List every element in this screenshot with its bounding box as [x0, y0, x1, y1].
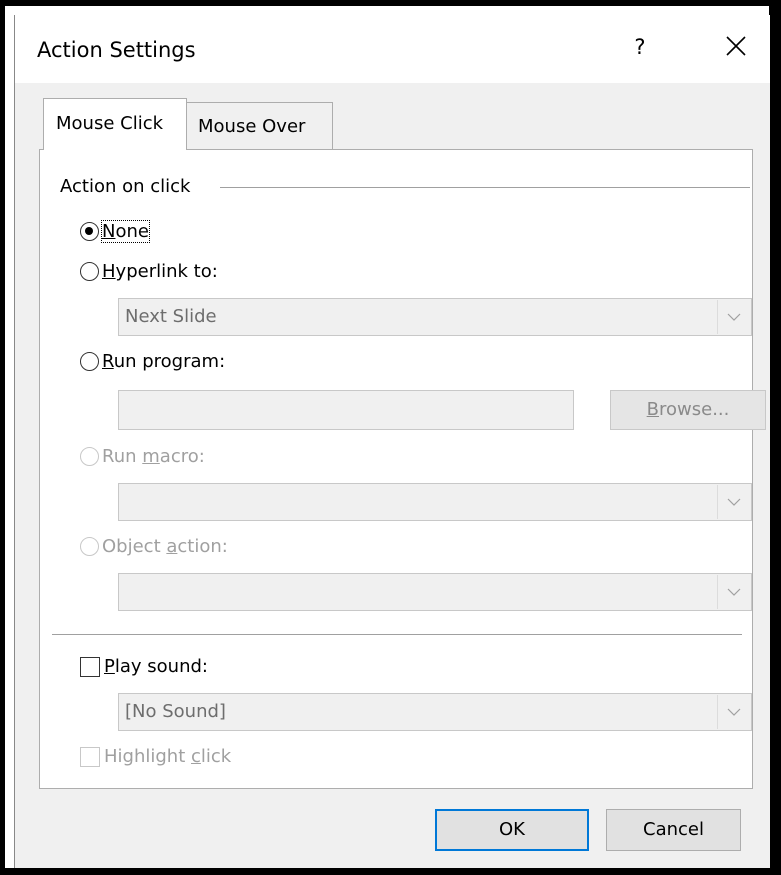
chevron-down-icon[interactable] — [717, 695, 750, 729]
checkbox[interactable] — [80, 656, 100, 677]
screen-border-bottom — [0, 868, 781, 875]
screen-border-left — [0, 0, 5, 875]
hyperlink-dropdown-value: Next Slide — [125, 306, 217, 327]
macro-dropdown[interactable] — [118, 483, 752, 521]
screen-border-right — [769, 0, 781, 875]
chevron-down-icon[interactable] — [717, 485, 750, 519]
radio-button[interactable] — [80, 222, 99, 241]
title-bar: Action Settings ? — [15, 15, 770, 83]
radio-object-action[interactable]: Object action: — [80, 536, 228, 557]
checkbox[interactable] — [80, 746, 100, 767]
program-input[interactable] — [118, 390, 574, 430]
radio-button[interactable] — [80, 352, 99, 371]
play-sound-checkbox[interactable]: Play sound: — [80, 656, 208, 677]
cancel-button[interactable]: Cancel — [606, 809, 741, 851]
radio-hyperlink-label: Hyperlink to: — [102, 261, 218, 282]
radio-run-macro[interactable]: Run macro: — [80, 446, 205, 467]
chevron-down-icon[interactable] — [717, 575, 750, 609]
radio-button[interactable] — [80, 447, 99, 466]
radio-run-program-label: Run program: — [102, 351, 226, 372]
object-action-dropdown[interactable] — [118, 573, 752, 611]
radio-button[interactable] — [80, 262, 99, 281]
chevron-down-icon[interactable] — [717, 300, 750, 334]
highlight-click-label: Highlight click — [104, 746, 232, 767]
action-settings-dialog: Action Settings ? Mouse Click Mouse Over… — [14, 15, 770, 868]
section-divider — [52, 634, 742, 635]
radio-object-action-label: Object action: — [102, 536, 228, 557]
radio-none[interactable]: None — [80, 220, 150, 243]
hyperlink-dropdown[interactable]: Next Slide — [118, 298, 752, 336]
tab-panel: Action on click None Hyperlink to: Next … — [39, 149, 766, 789]
tab-mouse-click[interactable]: Mouse Click — [43, 98, 187, 150]
play-sound-label: Play sound: — [104, 656, 208, 677]
radio-none-label: None — [101, 220, 150, 243]
sound-dropdown-value: [No Sound] — [125, 701, 226, 722]
radio-run-macro-label: Run macro: — [102, 446, 205, 467]
dialog-title: Action Settings — [37, 38, 196, 62]
close-icon[interactable] — [721, 31, 751, 61]
radio-run-program[interactable]: Run program: — [80, 351, 225, 372]
sound-dropdown[interactable]: [No Sound] — [118, 693, 752, 731]
action-group-label: Action on click — [60, 176, 197, 197]
tab-mouse-over[interactable]: Mouse Over — [187, 102, 333, 149]
help-button[interactable]: ? — [625, 35, 655, 59]
radio-button[interactable] — [80, 537, 99, 556]
ok-button[interactable]: OK — [435, 809, 589, 851]
screen-border-top — [0, 0, 781, 6]
group-divider — [220, 187, 750, 188]
browse-button[interactable]: Browse... — [610, 390, 766, 430]
highlight-click-checkbox[interactable]: Highlight click — [80, 746, 231, 767]
radio-hyperlink[interactable]: Hyperlink to: — [80, 261, 218, 282]
